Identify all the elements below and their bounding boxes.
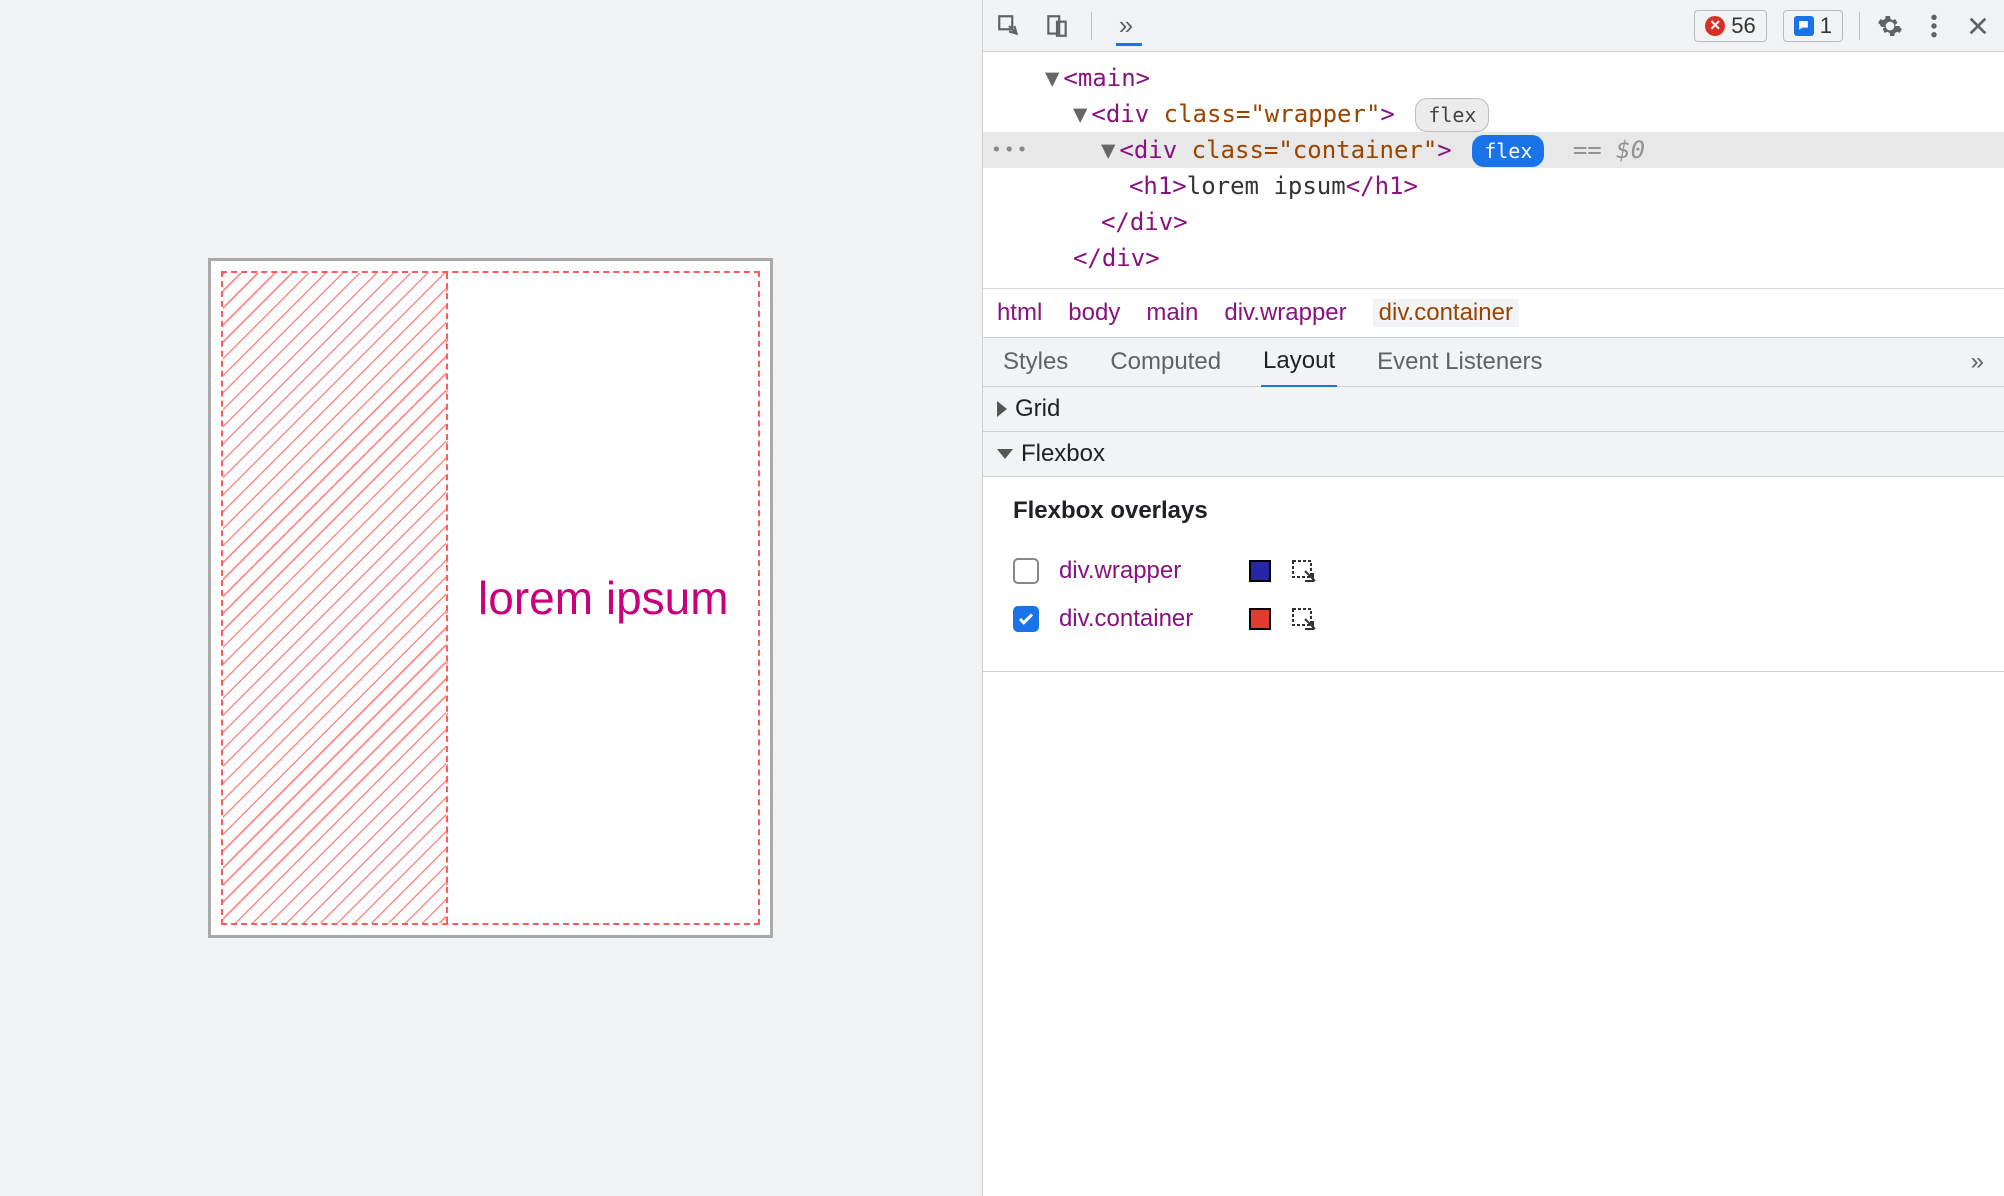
more-tabs-icon[interactable]: » (1112, 12, 1140, 40)
dom-breadcrumb: html body main div.wrapper div.container (983, 288, 2004, 337)
inspect-element-icon[interactable] (995, 12, 1023, 40)
dom-node-close[interactable]: </div> (983, 240, 2004, 276)
page-heading: lorem ipsum (478, 571, 729, 625)
messages-badge[interactable]: 1 (1783, 10, 1843, 42)
flex-badge-active[interactable]: flex (1472, 135, 1544, 167)
overlay-label[interactable]: div.wrapper (1059, 557, 1229, 585)
errors-badge[interactable]: ✕ 56 (1694, 10, 1766, 42)
console-reference: == $0 (1573, 136, 1645, 164)
flex-free-space-hatched (223, 273, 448, 923)
separator (1859, 12, 1860, 40)
disclosure-triangle-down-icon (997, 449, 1013, 459)
disclosure-triangle-right-icon (997, 401, 1007, 417)
crumb-main[interactable]: main (1146, 299, 1198, 327)
disclosure-triangle-icon[interactable]: ▼ (1101, 132, 1115, 168)
kebab-menu-icon[interactable] (1920, 12, 1948, 40)
dom-node-container-selected[interactable]: ▼<div class="container"> flex == $0 (983, 132, 2004, 168)
device-toggle-icon[interactable] (1043, 12, 1071, 40)
overlay-pattern-icon[interactable] (1291, 558, 1319, 584)
more-tabs-icon[interactable]: » (1969, 338, 1986, 386)
tab-computed[interactable]: Computed (1108, 338, 1223, 386)
disclosure-triangle-icon[interactable]: ▼ (1045, 60, 1059, 96)
rendered-page: lorem ipsum (208, 258, 773, 938)
flex-badge[interactable]: flex (1415, 98, 1489, 132)
devtools-toolbar: » ✕ 56 1 (983, 0, 2004, 52)
overlay-row-wrapper: div.wrapper (1013, 547, 1974, 595)
crumb-body[interactable]: body (1068, 299, 1120, 327)
color-swatch-blue[interactable] (1249, 560, 1271, 582)
devtools-pane: » ✕ 56 1 (982, 0, 2004, 1196)
crumb-html[interactable]: html (997, 299, 1042, 327)
tab-event-listeners[interactable]: Event Listeners (1375, 338, 1544, 386)
tab-layout[interactable]: Layout (1261, 337, 1337, 388)
close-icon[interactable] (1964, 12, 1992, 40)
flex-item: lorem ipsum (448, 273, 758, 923)
crumb-wrapper[interactable]: div.wrapper (1224, 299, 1346, 327)
settings-gear-icon[interactable] (1876, 12, 1904, 40)
crumb-container-active[interactable]: div.container (1373, 299, 1519, 327)
dom-node-wrapper[interactable]: ▼<div class="wrapper"> flex (983, 96, 2004, 132)
error-icon: ✕ (1705, 16, 1725, 36)
overlay-checkbox-wrapper[interactable] (1013, 558, 1039, 584)
section-grid-header[interactable]: Grid (983, 387, 2004, 431)
overlay-checkbox-container[interactable] (1013, 606, 1039, 632)
viewport-pane: lorem ipsum (0, 0, 982, 1196)
color-swatch-red[interactable] (1249, 608, 1271, 630)
flex-overlay: lorem ipsum (221, 271, 760, 925)
section-grid-label: Grid (1015, 395, 1060, 423)
separator (1091, 12, 1092, 40)
flexbox-section-body: Flexbox overlays div.wrapper div.contain… (983, 476, 2004, 671)
messages-count: 1 (1820, 13, 1832, 39)
flexbox-overlays-title: Flexbox overlays (1013, 497, 1974, 525)
styles-tabs: Styles Computed Layout Event Listeners » (983, 337, 2004, 387)
tab-styles[interactable]: Styles (1001, 338, 1070, 386)
overlay-row-container: div.container (1013, 595, 1974, 643)
disclosure-triangle-icon[interactable]: ▼ (1073, 96, 1087, 132)
section-flexbox-label: Flexbox (1021, 440, 1105, 468)
message-icon (1794, 16, 1814, 36)
overlay-pattern-icon[interactable] (1291, 606, 1319, 632)
dom-node-main[interactable]: ▼<main> (983, 60, 2004, 96)
dom-node-h1[interactable]: <h1>lorem ipsum</h1> (983, 168, 2004, 204)
overlay-label[interactable]: div.container (1059, 605, 1229, 633)
dom-node-close[interactable]: </div> (983, 204, 2004, 240)
errors-count: 56 (1731, 13, 1755, 39)
section-flexbox-header[interactable]: Flexbox (983, 432, 2004, 476)
dom-tree[interactable]: ▼<main> ▼<div class="wrapper"> flex ▼<di… (983, 52, 2004, 288)
